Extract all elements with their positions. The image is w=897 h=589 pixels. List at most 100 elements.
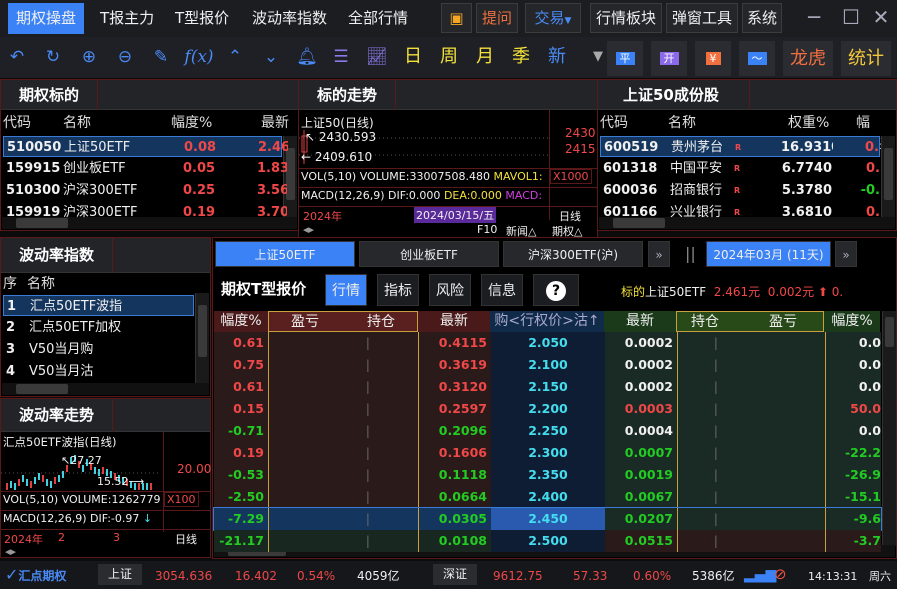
vertical-scrollbar[interactable] — [195, 293, 209, 383]
period-month[interactable]: 月 — [476, 44, 494, 70]
tv-icon[interactable]: ▣ — [441, 3, 472, 33]
ask-button[interactable]: 提问 — [476, 3, 518, 33]
strike-price[interactable]: 2.300 — [491, 442, 605, 464]
minimize-icon[interactable]: ─ — [800, 4, 828, 30]
col-header-put-last[interactable]: 最新 — [604, 311, 676, 332]
period-quarter[interactable]: 季 — [512, 44, 530, 70]
strike-price[interactable]: 2.150 — [491, 376, 605, 398]
stats-button[interactable]: 统计 — [841, 41, 891, 76]
sh-index-button[interactable]: 上证 — [98, 564, 143, 585]
period-new[interactable]: 新 — [548, 44, 566, 70]
underlying-row[interactable]: 510300 沪深300ETF 0.25 3.561 — [3, 180, 287, 201]
col-header-name[interactable]: 名称 — [63, 112, 91, 134]
col-header-code[interactable]: 代码 — [3, 112, 31, 134]
col-header-put-change[interactable]: 幅度% — [824, 311, 880, 332]
f10-link[interactable]: F10 — [477, 223, 497, 236]
alarm-bell-icon[interactable]: 🔔︎ — [294, 44, 320, 70]
put-last-price[interactable]: 0.0002 — [605, 376, 677, 398]
col-header-call-pnl[interactable]: 盈亏 — [291, 312, 319, 333]
call-last-price[interactable]: 0.1118 — [419, 464, 491, 486]
scroll-arrows-icon[interactable]: ◂▸ — [5, 545, 16, 558]
put-last-price[interactable]: 0.0002 — [605, 332, 677, 354]
strike-price[interactable]: 2.200 — [491, 398, 605, 420]
t-quote-row[interactable]: -2.50 | 0.0664 2.400 0.0067 | -15.1 — [214, 486, 881, 508]
maximize-icon[interactable]: ☐ — [837, 4, 865, 30]
vix-row[interactable]: 4 V50当月沽 — [3, 361, 194, 382]
col-header-call-change[interactable]: 幅度% — [214, 311, 268, 332]
put-last-price[interactable]: 0.0004 — [605, 420, 677, 442]
strike-price[interactable]: 2.500 — [491, 530, 605, 552]
col-header-put-position[interactable]: 持仓 — [691, 312, 719, 333]
tab-all-quotes[interactable]: 全部行情 — [340, 3, 416, 34]
call-last-price[interactable]: 0.4115 — [419, 332, 491, 354]
close-position-basket-icon[interactable]: 平 — [607, 41, 643, 76]
col-header-last[interactable]: 最新 — [261, 112, 289, 134]
tab-option-trading[interactable]: 期权操盘 — [8, 3, 85, 34]
t-quote-row[interactable]: 0.61 | 0.4115 2.050 0.0002 | 0.0 — [214, 332, 881, 354]
underlying-tab-csi300[interactable]: 沪深300ETF(沪) — [503, 241, 643, 267]
trend-stack-icon[interactable]: 〜 — [739, 41, 775, 76]
disconnected-link-icon[interactable]: ⊘ — [774, 565, 787, 583]
col-header-call-last[interactable]: 最新 — [418, 311, 490, 332]
col-header-call-position[interactable]: 持仓 — [367, 312, 395, 333]
zoom-out-icon[interactable]: ⊖ — [112, 44, 138, 70]
call-last-price[interactable]: 0.0305 — [419, 508, 491, 530]
funds-icon[interactable]: ¥ — [695, 41, 731, 76]
longhu-button[interactable]: 龙虎 — [783, 41, 833, 76]
strike-price[interactable]: 2.350 — [491, 464, 605, 486]
tab-indicators[interactable]: 指标 — [377, 274, 419, 306]
expiry-month-selector[interactable]: 2024年03月 (11天) — [706, 241, 831, 267]
col-header-code[interactable]: 代码 — [600, 112, 628, 134]
refresh-icon[interactable]: ↻ — [40, 44, 66, 70]
col-header-name[interactable]: 名称 — [27, 273, 55, 295]
chevron-up-icon[interactable]: ⌃ — [222, 44, 248, 70]
vix-row[interactable]: 3 V50当月购 — [3, 339, 194, 360]
chevron-down-icon[interactable]: ⌄ — [258, 44, 284, 70]
put-last-price[interactable]: 0.0007 — [605, 442, 677, 464]
t-quote-row[interactable]: -0.71 | 0.2096 2.250 0.0004 | 0.0 — [214, 420, 881, 442]
col-header-weight[interactable]: 权重% — [788, 112, 829, 134]
sz-index-button[interactable]: 深证 — [433, 564, 478, 585]
put-last-price[interactable]: 0.0003 — [605, 398, 677, 420]
undo-icon[interactable]: ↶ — [4, 44, 30, 70]
component-row[interactable]: 600519 贵州茅台 R 16.9310 0. — [600, 136, 880, 157]
sector-button[interactable]: 行情板块 — [590, 3, 662, 33]
col-header-index[interactable]: 序 — [3, 273, 17, 295]
popup-tools-button[interactable]: 弹窗工具 — [666, 3, 738, 33]
col-header-strike[interactable]: 购<行权价>沽↑ — [490, 311, 604, 332]
chart-icon[interactable]: 📈︎ — [364, 44, 390, 70]
close-icon[interactable]: ✕ — [867, 4, 895, 30]
list-icon[interactable]: ☰ — [328, 44, 354, 70]
tab-volatility-index[interactable]: 波动率指数 — [244, 3, 335, 34]
call-last-price[interactable]: 0.2597 — [419, 398, 491, 420]
vertical-scrollbar[interactable] — [881, 136, 895, 218]
t-quote-row[interactable]: 0.19 | 0.1606 2.300 0.0007 | -22.2 — [214, 442, 881, 464]
period-week[interactable]: 周 — [440, 44, 458, 70]
put-last-price[interactable]: 0.0002 — [605, 354, 677, 376]
zoom-in-icon[interactable]: ⊕ — [76, 44, 102, 70]
system-button[interactable]: 系统 — [742, 3, 782, 33]
t-quote-row[interactable]: 0.61 | 0.3120 2.150 0.0002 | 0.0 — [214, 376, 881, 398]
underlying-row[interactable]: 159919 沪深300ETF 0.19 3.707 — [3, 202, 287, 223]
component-row[interactable]: 601166 兴业银行 R 3.6810 0. — [600, 202, 880, 223]
expand-chevron-icon[interactable]: » — [648, 241, 670, 267]
call-last-price[interactable]: 0.1606 — [419, 442, 491, 464]
draw-pen-icon[interactable]: ✎ — [148, 44, 174, 70]
t-quote-row[interactable]: 0.75 | 0.3619 2.100 0.0002 | 0.0 — [214, 354, 881, 376]
call-last-price[interactable]: 0.0664 — [419, 486, 491, 508]
col-header-change[interactable]: 幅度% — [856, 112, 896, 153]
put-last-price[interactable]: 0.0067 — [605, 486, 677, 508]
t-quote-row[interactable]: 0.15 | 0.2597 2.200 0.0003 | 50.0 — [214, 398, 881, 420]
call-last-price[interactable]: 0.2096 — [419, 420, 491, 442]
tab-quotes[interactable]: 行情 — [325, 274, 367, 306]
call-last-price[interactable]: 0.3619 — [419, 354, 491, 376]
trade-dropdown[interactable]: 交易▼ — [525, 3, 581, 33]
col-header-name[interactable]: 名称 — [668, 112, 696, 134]
underlying-tab-chinext[interactable]: 创业板ETF — [359, 241, 499, 267]
vix-row[interactable]: 2 汇点50ETF加权 — [3, 317, 194, 338]
vix-row[interactable]: 1 汇点50ETF波指 — [3, 295, 194, 316]
horizontal-scrollbar[interactable] — [2, 383, 209, 395]
put-last-price[interactable]: 0.0019 — [605, 464, 677, 486]
call-last-price[interactable]: 0.0108 — [419, 530, 491, 552]
col-header-change[interactable]: 幅度% — [171, 112, 212, 134]
